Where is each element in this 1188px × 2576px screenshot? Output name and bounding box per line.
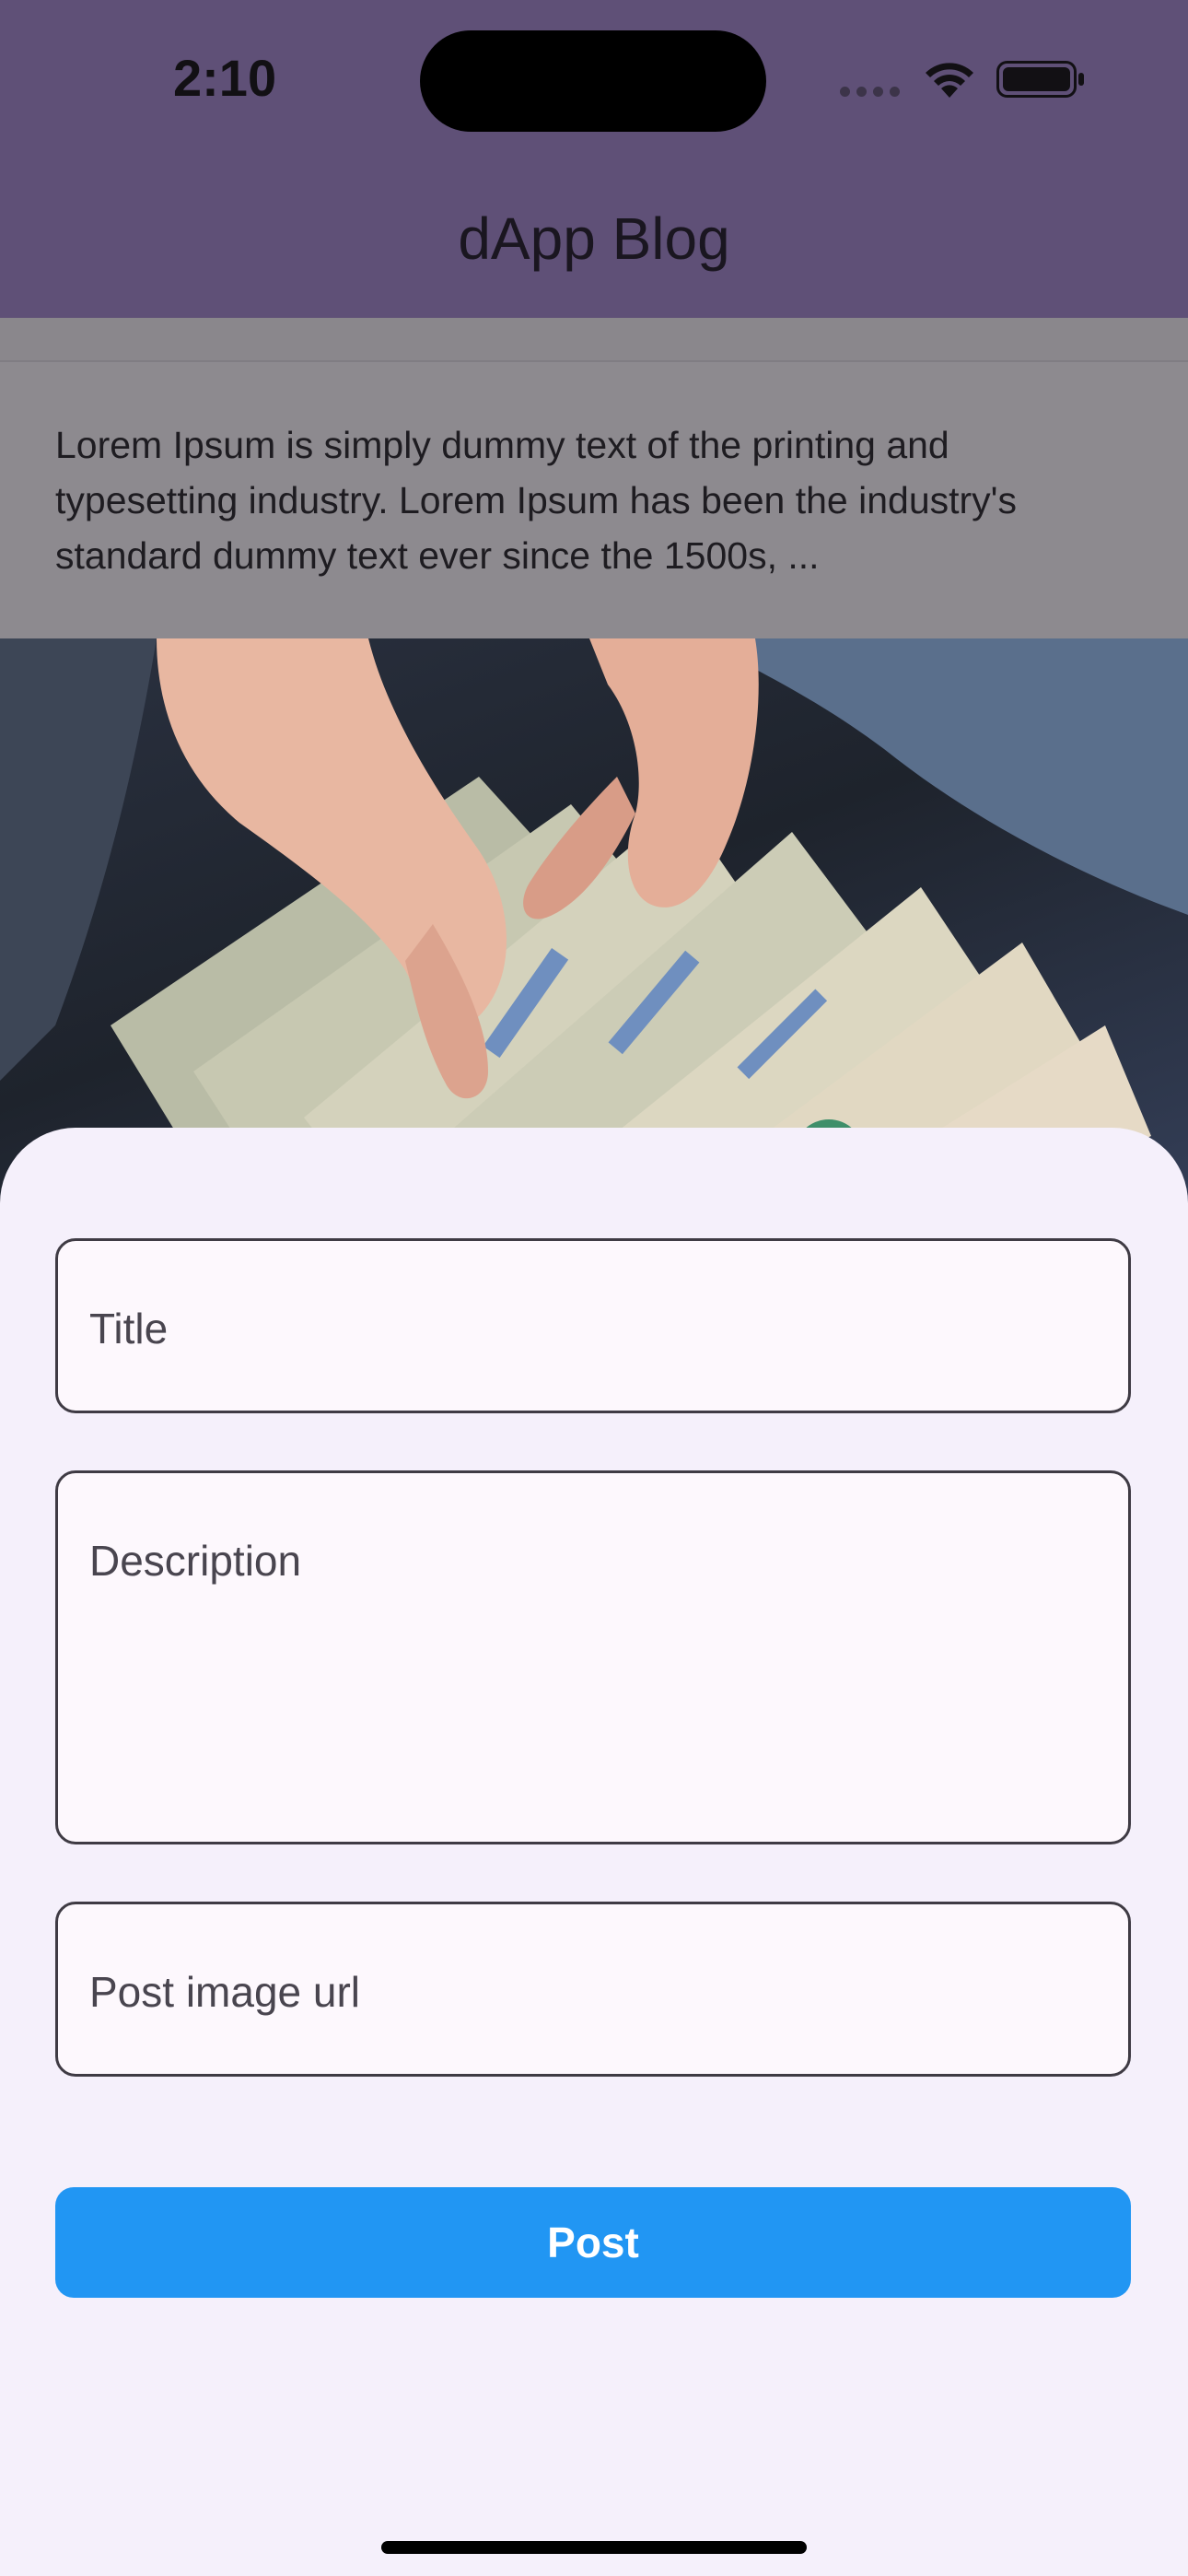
home-indicator[interactable] — [381, 2541, 807, 2554]
status-bar: 2:10 — [0, 0, 1188, 157]
cellular-icon — [840, 87, 900, 97]
dynamic-island — [420, 30, 766, 132]
post-excerpt: Lorem Ipsum is simply dummy text of the … — [55, 424, 1017, 577]
wifi-icon — [926, 63, 973, 98]
post-button[interactable]: Post — [55, 2187, 1131, 2298]
title-input[interactable] — [58, 1241, 1128, 1411]
title-field[interactable]: Title — [55, 1238, 1131, 1413]
previous-post-card — [0, 318, 1188, 362]
new-post-sheet: Title Description Post image url Post — [0, 1128, 1188, 2576]
image-url-input[interactable] — [58, 1904, 1128, 2074]
status-time: 2:10 — [173, 49, 277, 107]
post-feed: Lorem Ipsum is simply dummy text of the … — [0, 318, 1188, 1247]
description-input[interactable] — [58, 1473, 1128, 1842]
app-title: dApp Blog — [458, 205, 730, 272]
image-url-field[interactable]: Post image url — [55, 1902, 1131, 2077]
description-field[interactable]: Description — [55, 1470, 1131, 1844]
battery-icon — [996, 61, 1084, 98]
